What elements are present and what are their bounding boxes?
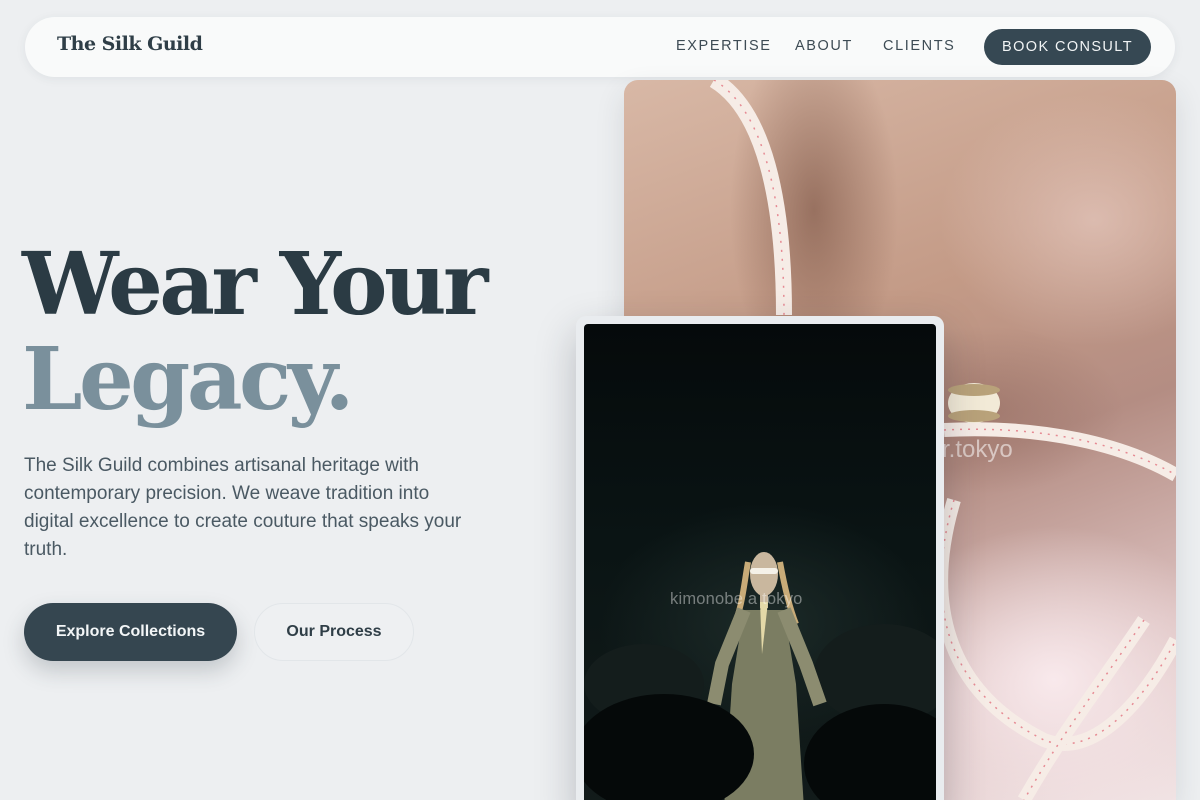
nav-link-about[interactable]: ABOUT	[795, 38, 853, 54]
brand-logo[interactable]: The Silk Guild	[57, 33, 203, 55]
explore-collections-button[interactable]: Explore Collections	[24, 603, 237, 661]
hero-headline-line1: Wear Your	[22, 234, 488, 335]
runway-model-graphic	[584, 552, 936, 800]
nav-link-expertise[interactable]: EXPERTISE	[676, 38, 772, 54]
our-process-button[interactable]: Our Process	[254, 603, 414, 661]
nav-link-clients[interactable]: CLIENTS	[883, 38, 955, 54]
top-navbar: The Silk Guild EXPERTISE ABOUT CLIENTS B…	[25, 17, 1175, 77]
inset-watermark: kimonobe a tokyo	[670, 590, 803, 608]
runway-photo-card: kimonobe a tokyo	[576, 316, 944, 800]
hero-headline-line2: Legacy.	[22, 329, 354, 430]
hero-description: The Silk Guild combines artisanal herita…	[24, 455, 462, 560]
book-consult-button[interactable]: BOOK CONSULT	[984, 29, 1151, 65]
runway-model-photo: kimonobe a tokyo	[584, 324, 936, 800]
image-watermark: r.tokyo	[942, 436, 1013, 463]
